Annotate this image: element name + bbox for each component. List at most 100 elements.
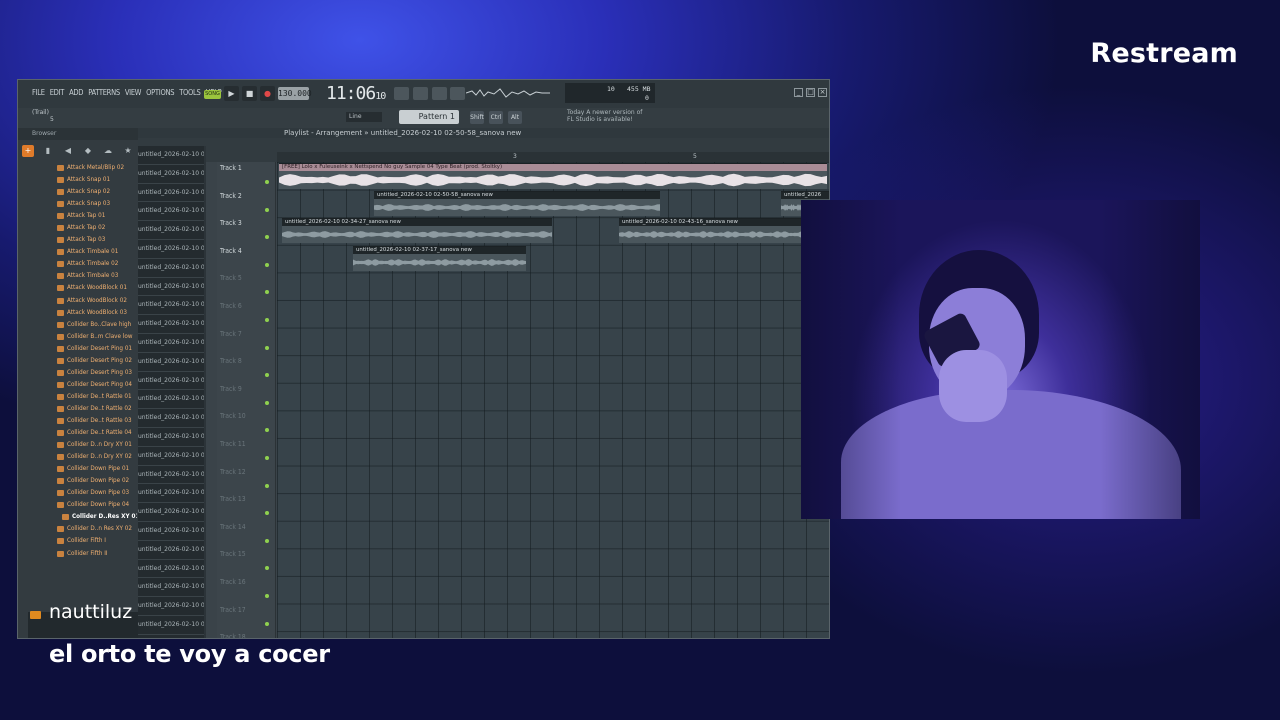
clip-source-item[interactable]: untitled_2026-02-10 02- bbox=[138, 559, 204, 579]
update-notice[interactable]: Today A newer version of FL Studio is ava… bbox=[567, 109, 642, 123]
clip-source-item[interactable]: untitled_2026-02-10 02- bbox=[138, 352, 204, 372]
shift-button[interactable]: Shift bbox=[470, 111, 484, 124]
track-label[interactable]: Track 9 bbox=[220, 385, 242, 393]
audio-clip[interactable]: untitled_2026-02-10 02-37-17_sanova new bbox=[353, 245, 526, 271]
clip-source-item[interactable]: untitled_2026-02-10 02- bbox=[138, 183, 204, 203]
track-label[interactable]: Track 5 bbox=[220, 274, 242, 282]
clip-source-item[interactable]: untitled_2026-02-10 02- bbox=[138, 390, 204, 410]
playlist-grid[interactable]: [FREE] Lolo x Fuleuseink x Nettspend No … bbox=[277, 162, 829, 638]
clip-source-item[interactable]: untitled_2026-02-10 02- bbox=[138, 615, 204, 635]
clip-source-item[interactable]: untitled_2026-02-10 02- bbox=[138, 427, 204, 447]
browser-item[interactable]: Collider D..n Dry XY 02 bbox=[55, 451, 137, 463]
ctrl-button[interactable]: Ctrl bbox=[489, 111, 503, 124]
browser-item[interactable]: Attack Tap 02 bbox=[55, 222, 137, 234]
browser-item[interactable]: Collider Down Pipe 02 bbox=[55, 475, 137, 487]
browser-item[interactable]: Attack Timbale 02 bbox=[55, 258, 137, 270]
browser-item[interactable]: Attack Tap 01 bbox=[55, 210, 137, 222]
track-mute-led[interactable] bbox=[265, 428, 269, 433]
track-label[interactable]: Track 7 bbox=[220, 330, 242, 338]
browser-cloud-icon[interactable]: ☁ bbox=[102, 145, 114, 157]
clip-source-item[interactable]: untitled_2026-02-10 02- bbox=[138, 521, 204, 541]
browser-item[interactable]: Collider Desert Ping 04 bbox=[55, 379, 137, 391]
track-label[interactable]: Track 8 bbox=[220, 357, 242, 365]
browser-item[interactable]: Collider Desert Ping 02 bbox=[55, 355, 137, 367]
track-label[interactable]: Track 2 bbox=[220, 192, 242, 200]
clip-source-item[interactable]: untitled_2026-02-10 02- bbox=[138, 578, 204, 598]
song-mode-button[interactable]: SONG bbox=[204, 90, 221, 99]
track-label[interactable]: Track 15 bbox=[220, 550, 246, 558]
browser-item[interactable]: Attack Snap 03 bbox=[55, 198, 137, 210]
browser-item[interactable]: Attack WoodBlock 01 bbox=[55, 282, 137, 294]
minimize-icon[interactable]: _ bbox=[794, 88, 803, 97]
browser-item[interactable]: Collider D..Res XY 01 bbox=[55, 511, 137, 523]
browser-back-icon[interactable]: ◀ bbox=[62, 145, 74, 157]
close-icon[interactable]: × bbox=[818, 88, 827, 97]
track-label[interactable]: Track 4 bbox=[220, 247, 242, 255]
clip-source-item[interactable]: untitled_2026-02-10 02- bbox=[138, 371, 204, 391]
track-label[interactable]: Track 1 bbox=[220, 164, 242, 172]
fl-studio-window[interactable]: FILEEDITADDPATTERNSVIEWOPTIONSTOOLSHELP … bbox=[17, 79, 830, 639]
track-label[interactable]: Track 12 bbox=[220, 468, 246, 476]
track-mute-led[interactable] bbox=[265, 180, 269, 184]
menu-item-file[interactable]: FILE bbox=[32, 88, 45, 97]
browser-item[interactable]: Collider De..t Rattle 02 bbox=[55, 403, 137, 415]
menu-item-view[interactable]: VIEW bbox=[125, 88, 142, 97]
track-mute-led[interactable] bbox=[265, 235, 269, 240]
track-label[interactable]: Track 3 bbox=[220, 219, 242, 227]
menu-item-tools[interactable]: TOOLS bbox=[179, 88, 201, 97]
timeline-ruler[interactable]: 3 5 bbox=[277, 152, 829, 162]
record-icon[interactable]: ● bbox=[260, 86, 275, 101]
browser-item[interactable]: Attack WoodBlock 03 bbox=[55, 307, 137, 319]
track-mute-led[interactable] bbox=[265, 400, 269, 405]
track-label[interactable]: Track 16 bbox=[220, 578, 246, 586]
tempo-display[interactable]: 130.000 bbox=[278, 87, 312, 100]
browser-all-icon[interactable]: + bbox=[22, 145, 34, 157]
track-mute-led[interactable] bbox=[265, 621, 269, 626]
clip-source-item[interactable]: untitled_2026-02-10 02- bbox=[138, 277, 204, 297]
clip-source-item[interactable]: untitled_2026-02-10 02- bbox=[138, 597, 204, 616]
browser-item[interactable]: Attack Snap 02 bbox=[55, 186, 137, 198]
browser-item[interactable]: Collider Fifth I bbox=[55, 535, 137, 547]
browser-item[interactable]: Collider D..n Dry XY 01 bbox=[55, 439, 137, 451]
track-mute-led[interactable] bbox=[265, 318, 269, 322]
track-mute-led[interactable] bbox=[265, 345, 269, 350]
clip-source-item[interactable]: untitled_2026-02-10 02- bbox=[138, 540, 204, 560]
metronome-icon[interactable] bbox=[413, 87, 428, 100]
audio-clip[interactable]: untitled_2026-02-10 02-43-16_sanova new bbox=[619, 218, 802, 244]
play-icon[interactable]: ▶ bbox=[224, 86, 239, 101]
clip-source-item[interactable]: untitled_2026-02-10 02- bbox=[138, 164, 204, 184]
track-label[interactable]: Track 11 bbox=[220, 440, 246, 448]
alt-button[interactable]: Alt bbox=[508, 111, 522, 124]
browser-item[interactable]: Attack Timbale 01 bbox=[55, 246, 137, 258]
browser-item[interactable]: Collider Down Pipe 04 bbox=[55, 499, 137, 511]
countdown-icon[interactable] bbox=[450, 87, 465, 100]
pattern-song-icon[interactable] bbox=[394, 87, 409, 100]
browser-item[interactable]: Collider De..t Rattle 03 bbox=[55, 415, 137, 427]
track-mute-led[interactable] bbox=[265, 290, 269, 295]
browser-item[interactable]: Collider Desert Ping 01 bbox=[55, 343, 137, 355]
clip-source-item[interactable]: untitled_2026-02-10 02- bbox=[138, 503, 204, 522]
track-label[interactable]: Track 6 bbox=[220, 302, 242, 310]
clip-source-item[interactable]: untitled_2026-02-10 02- bbox=[138, 202, 204, 222]
clip-source-item[interactable]: untitled_2026-02-10 02- bbox=[138, 315, 204, 334]
browser-item[interactable]: Attack Tap 03 bbox=[55, 234, 137, 246]
track-mute-led[interactable] bbox=[265, 456, 269, 460]
audio-clip[interactable]: untitled_2026-02-10 02-34-27_sanova new bbox=[282, 218, 552, 244]
clip-source-item[interactable]: untitled_2026-02-10 02- bbox=[138, 221, 204, 240]
wait-input-icon[interactable] bbox=[432, 87, 447, 100]
menu-item-edit[interactable]: EDIT bbox=[50, 88, 65, 97]
browser-item[interactable]: Collider Fifth II bbox=[55, 548, 137, 560]
track-label[interactable]: Track 14 bbox=[220, 523, 246, 531]
clip-source-item[interactable]: untitled_2026-02-10 02- bbox=[138, 146, 204, 165]
browser-item[interactable]: Collider De..t Rattle 04 bbox=[55, 427, 137, 439]
track-mute-led[interactable] bbox=[265, 538, 269, 543]
clip-source-item[interactable]: untitled_2026-02-10 02- bbox=[138, 634, 204, 638]
track-mute-led[interactable] bbox=[265, 511, 269, 516]
clip-source-item[interactable]: untitled_2026-02-10 02- bbox=[138, 465, 204, 485]
menu-item-add[interactable]: ADD bbox=[69, 88, 83, 97]
stop-icon[interactable]: ■ bbox=[242, 86, 257, 101]
clip-source-item[interactable]: untitled_2026-02-10 02- bbox=[138, 296, 204, 316]
clip-source-item[interactable]: untitled_2026-02-10 02- bbox=[138, 446, 204, 466]
browser-item[interactable]: Collider D..n Res XY 02 bbox=[55, 523, 137, 535]
browser-item[interactable]: Attack Snap 01 bbox=[55, 174, 137, 186]
